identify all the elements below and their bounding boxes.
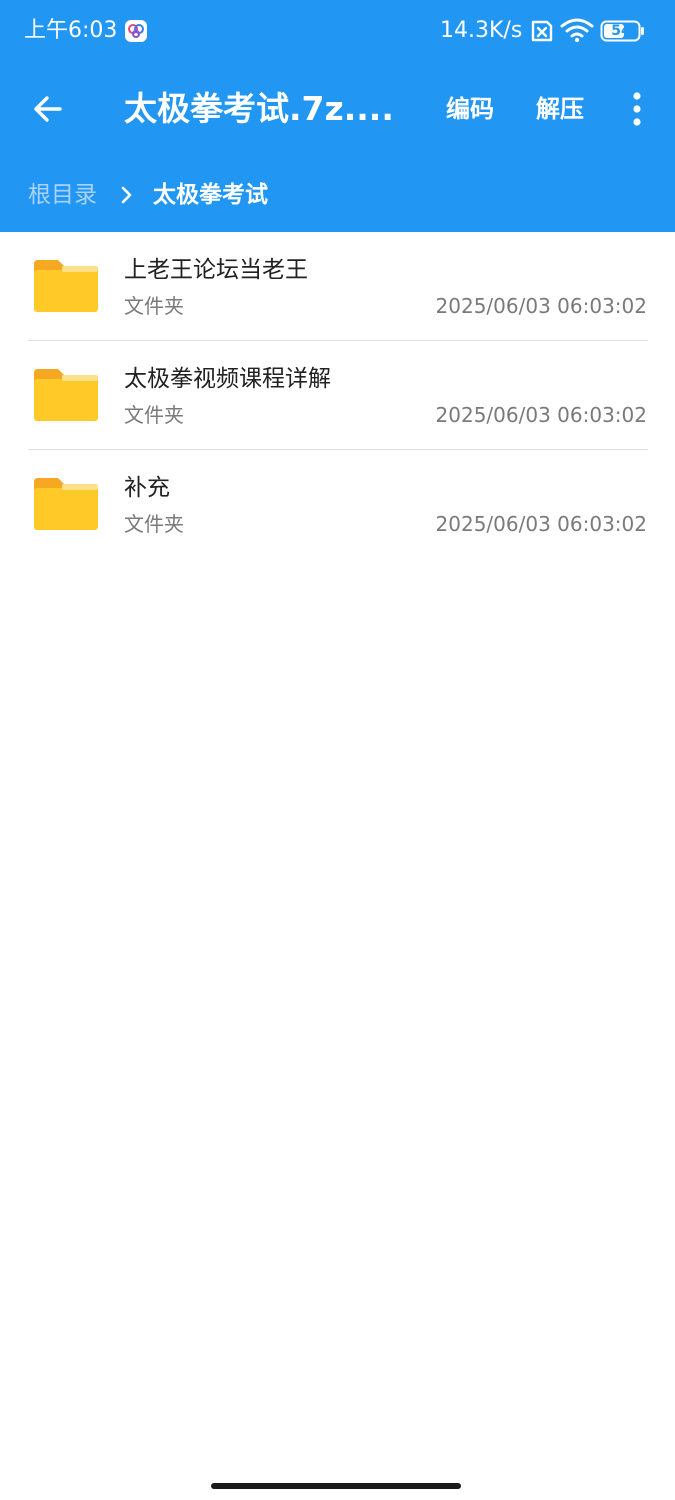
arrow-left-icon (34, 96, 62, 122)
file-list: 上老王论坛当老王 文件夹 2025/06/03 06:03:02 太极拳视频课程… (0, 232, 675, 559)
screen: 上午6:03 14.3K/s 54 太极拳考试.7z.... 编码 解压 根目录… (0, 0, 675, 1500)
breadcrumb: 根目录 太极拳考试 (0, 156, 675, 232)
breadcrumb-root[interactable]: 根目录 (28, 176, 97, 214)
file-list-item[interactable]: 补充 文件夹 2025/06/03 06:03:02 (0, 450, 675, 559)
file-name: 上老王论坛当老王 (124, 257, 308, 283)
wifi-icon (560, 17, 594, 43)
file-type: 文件夹 (124, 403, 184, 427)
file-list-item[interactable]: 上老王论坛当老王 文件夹 2025/06/03 06:03:02 (0, 232, 675, 341)
extract-button[interactable]: 解压 (536, 90, 584, 128)
chevron-right-icon (120, 184, 134, 206)
file-type: 文件夹 (124, 294, 184, 318)
file-date: 2025/06/03 06:03:02 (435, 512, 647, 536)
status-time: 上午6:03 (24, 18, 118, 43)
home-indicator[interactable] (211, 1483, 461, 1489)
status-bar: 上午6:03 14.3K/s 54 (0, 0, 675, 62)
file-list-item[interactable]: 太极拳视频课程详解 文件夹 2025/06/03 06:03:02 (0, 341, 675, 450)
back-button[interactable] (20, 82, 76, 136)
app-notification-icon (124, 19, 148, 43)
network-speed: 14.3K/s (440, 18, 523, 43)
folder-icon (32, 476, 100, 532)
battery-level: 54 (611, 23, 631, 39)
folder-icon (32, 367, 100, 423)
breadcrumb-current: 太极拳考试 (153, 182, 268, 208)
file-type: 文件夹 (124, 512, 184, 536)
more-options-button[interactable] (620, 88, 654, 130)
file-date: 2025/06/03 06:03:02 (435, 403, 647, 427)
file-name: 补充 (124, 475, 170, 501)
sim-no-signal-icon (527, 19, 553, 43)
archive-title: 太极拳考试.7z.... (124, 89, 394, 128)
file-name: 太极拳视频课程详解 (124, 366, 331, 392)
folder-icon (32, 258, 100, 314)
app-header: 上午6:03 14.3K/s 54 太极拳考试.7z.... 编码 解压 根目录… (0, 0, 675, 232)
file-date: 2025/06/03 06:03:02 (435, 294, 647, 318)
toolbar: 太极拳考试.7z.... 编码 解压 (0, 62, 675, 156)
encoding-button[interactable]: 编码 (446, 90, 494, 128)
more-vertical-icon (633, 92, 641, 126)
